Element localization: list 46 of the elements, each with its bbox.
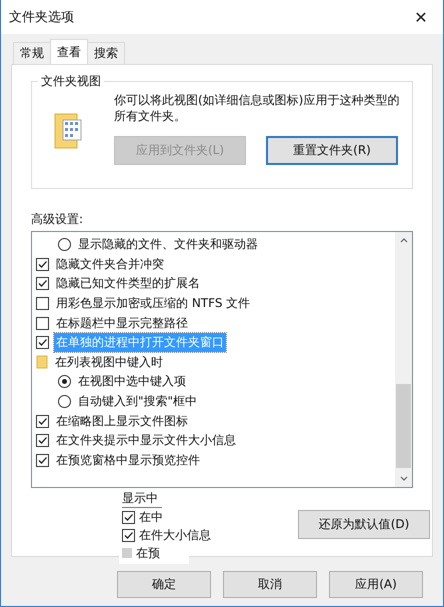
dialog-button[interactable]: 应用(A) [329,571,423,598]
checkbox[interactable] [122,510,135,524]
radio-button[interactable] [58,238,71,252]
close-button[interactable]: ✕ [399,0,443,34]
checkbox[interactable] [36,414,49,428]
checkbox[interactable] [36,258,49,271]
tab[interactable]: 常规 [13,42,51,64]
folder-icon [54,112,84,150]
setting-label[interactable]: 在视图中选中键入项 [76,372,188,392]
overlay-label: 在件大小信息 [139,526,211,544]
dialog-button[interactable]: 取消 [223,571,317,598]
setting-label[interactable]: 在列表视图中键入时 [53,352,165,372]
radio-button[interactable] [58,395,71,408]
checkbox[interactable] [36,316,49,330]
setting-label[interactable]: 在缩略图上显示文件图标 [54,412,190,431]
setting-label[interactable]: 在标题栏中显示完整路径 [54,314,190,333]
scrollbar[interactable] [395,232,412,487]
scroll-thumb[interactable] [396,384,411,468]
tab[interactable]: 查看 [50,39,88,64]
restore-defaults-button[interactable]: 还原为默认值(D) [298,510,430,539]
folder-icon [36,355,48,370]
checkbox[interactable] [36,336,49,350]
setting-label[interactable]: 在预览窗格中显示预览控件 [54,450,202,470]
description-text: 你可以将此视图(如详细信息或图标)应用于这种类型的所有文件夹。 [114,92,400,124]
setting-label[interactable]: 隐藏已知文件类型的扩展名 [54,274,202,294]
folder-view-button[interactable]: 重置文件夹(R) [266,136,398,165]
checkbox[interactable] [36,434,49,448]
checkbox[interactable] [122,528,135,542]
dialog-button[interactable]: 确定 [117,571,211,598]
setting-label[interactable]: 自动键入到"搜索"框中 [76,392,200,412]
overlay-label: 在预 [136,544,160,562]
square-mark-icon [122,548,132,558]
setting-label[interactable]: 显示隐藏的文件、文件夹和驱动器 [76,235,260,254]
overlay-title: 显示中 [122,490,162,508]
overlay-label: 在中 [139,508,163,526]
setting-label[interactable]: 用彩色显示加密或压缩的 NTFS 文件 [54,294,252,314]
tab[interactable]: 搜索 [87,42,125,64]
checkbox[interactable] [36,297,49,310]
radio-button[interactable] [58,375,71,388]
window-title: 文件夹选项 [9,9,74,26]
setting-label[interactable]: 在文件夹提示中显示文件大小信息 [54,431,238,450]
setting-label[interactable]: 隐藏文件夹合并冲突 [54,254,166,274]
section-label: 高级设置: [31,211,84,228]
checkbox[interactable] [36,454,49,467]
checkbox[interactable] [36,277,49,290]
group-title: 文件夹视图 [38,73,104,90]
